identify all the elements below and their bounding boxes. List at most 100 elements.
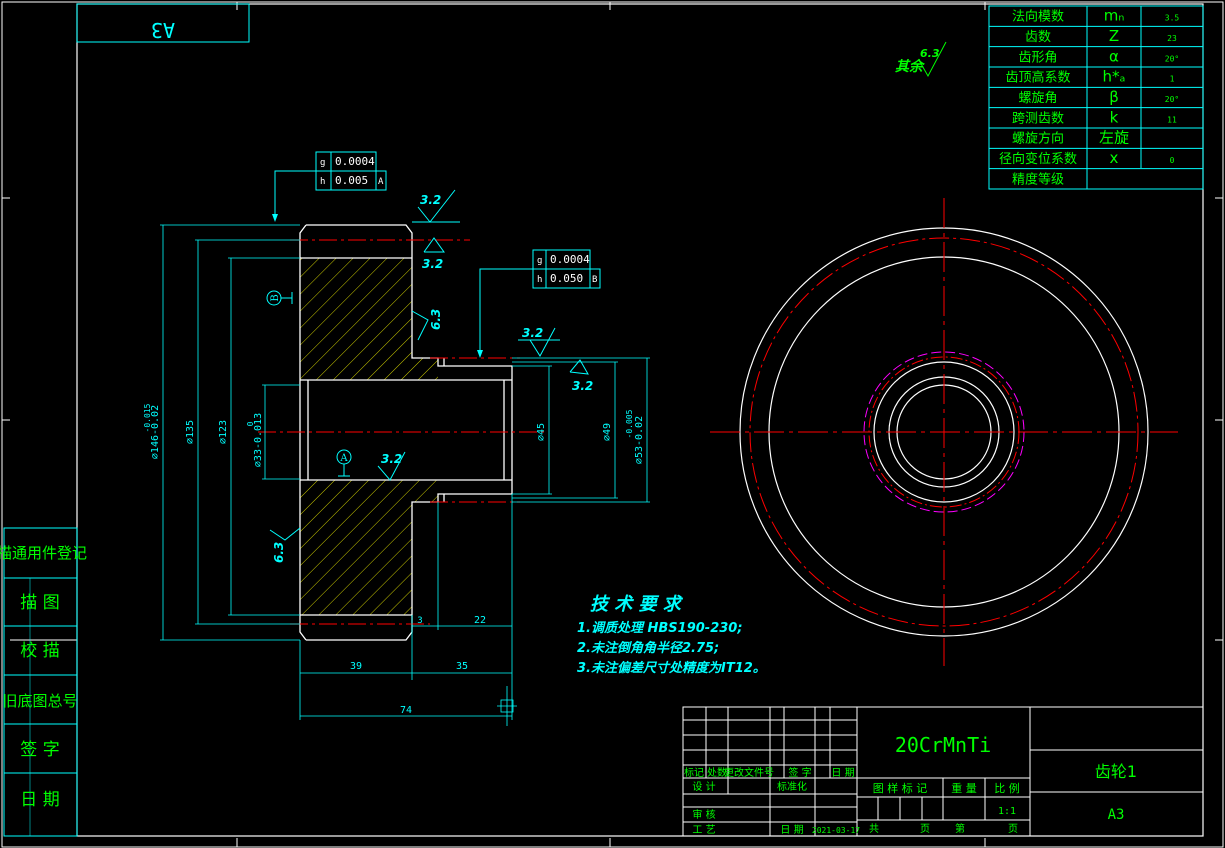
datum-a: A	[336, 449, 352, 477]
dim-d123: ⌀123	[218, 420, 229, 444]
dim-d53: ⌀53-0.02	[634, 416, 645, 464]
param-value: 23	[1167, 34, 1177, 43]
scale-label: 比 例	[994, 781, 1020, 795]
roughness-2: 3.2	[422, 257, 443, 271]
dim-w22: 22	[474, 615, 486, 626]
format-label-box: A3	[76, 3, 250, 43]
tol2-val2: 0.050	[550, 272, 583, 285]
mark-label: 图 样 标 记	[873, 781, 928, 795]
tol2-val1: 0.0004	[550, 253, 590, 266]
roughness-other-label: 其余	[895, 58, 926, 75]
param-symbol: 左旋	[1099, 129, 1129, 147]
side-label-2: 校 描	[20, 641, 59, 661]
side-label-1: 描 图	[20, 593, 59, 613]
gear-front-view	[710, 198, 1178, 666]
rev-header-4: 日 期	[831, 767, 854, 779]
material: 20CrMnTi	[895, 733, 991, 757]
side-label-0: 描通用件登记	[0, 544, 87, 562]
weight-label: 重 量	[951, 781, 977, 795]
param-value: 20°	[1165, 54, 1179, 63]
scale-value: 1:1	[998, 806, 1016, 817]
dim-d49: ⌀49	[602, 423, 613, 441]
dim-w3: 3	[417, 616, 422, 626]
tech-title: 技 术 要 求	[590, 594, 684, 615]
datum-b-label: B	[270, 294, 281, 301]
dim-d45: ⌀45	[536, 423, 547, 441]
review-label: 审 核	[692, 808, 715, 821]
rev-header-0: 标记	[684, 767, 704, 779]
roughness-other-value: 6.3	[920, 47, 940, 60]
param-name: 齿形角	[1018, 50, 1057, 65]
side-label-3: 旧底图总号	[2, 692, 77, 710]
param-symbol: α	[1109, 47, 1119, 65]
tech-item-0: 1.调质处理 HBS190-230;	[577, 620, 743, 636]
roughness-6: 3.2	[381, 452, 402, 466]
tol1-sym2: h	[320, 177, 325, 187]
tolerance-frame-2: g 0.0004 h 0.050 B	[477, 249, 601, 358]
dim-d33: ⌀33-0.013	[253, 413, 264, 467]
param-symbol: β	[1109, 88, 1119, 106]
param-name: 螺旋角	[1018, 91, 1057, 106]
tolerance-frame-1: g 0.0004 h 0.005 A	[272, 151, 387, 222]
tol2-ref: B	[592, 275, 597, 285]
param-value: 0	[1170, 156, 1175, 165]
side-label-5: 日 期	[20, 790, 59, 810]
rev-header-3: 签 字	[788, 766, 811, 779]
param-symbol: mₙ	[1104, 7, 1125, 25]
param-symbol: x	[1110, 149, 1119, 167]
page-label: 页	[920, 823, 930, 835]
total-label: 共	[869, 823, 879, 835]
param-value: 3.5	[1165, 14, 1180, 23]
dim-w39: 39	[350, 661, 362, 672]
dim-w35: 35	[456, 661, 468, 672]
param-name: 齿数	[1025, 30, 1051, 45]
side-label-column: 描通用件登记 描 图 校 描 旧底图总号 签 字 日 期	[0, 527, 87, 837]
cad-drawing: A3 描通用件登记 描 图 校 描 旧底图总号 签 字 日 期 法向模数 mₙ 3.…	[0, 1, 1224, 848]
param-name: 径向变位系数	[999, 151, 1077, 167]
param-symbol: k	[1110, 108, 1119, 126]
date-label: 日 期	[780, 824, 803, 836]
technical-requirements: 技 术 要 求 1.调质处理 HBS190-230; 2.未注倒角角半径2.75…	[577, 594, 766, 676]
param-name: 精度等级	[1012, 171, 1064, 187]
roughness-1: 3.2	[420, 193, 441, 207]
dim-d33-upper: 0	[246, 421, 255, 426]
roughness-5: 3.2	[572, 379, 593, 393]
dim-d146-upper: -0.015	[143, 403, 152, 432]
rev-header-2: 更改文件号	[724, 766, 774, 779]
design-label: 设 计	[692, 780, 715, 793]
process-label: 工 艺	[692, 824, 715, 836]
dim-d53-upper: -0.005	[625, 409, 634, 438]
param-symbol: Z	[1109, 27, 1119, 45]
tol2-sym2: h	[537, 275, 542, 285]
page-label-2: 页	[1008, 823, 1018, 835]
tech-item-2: 3.未注偏差尺寸处精度为IT12。	[577, 660, 766, 676]
param-name: 法向模数	[1012, 9, 1064, 25]
gear-parameter-table: 法向模数 mₙ 3.5 齿数 Z 23 齿形角 α 20° 齿顶高系数 h*ₐ 1 螺旋角 β 20° 跨测齿…	[988, 5, 1204, 190]
date-value: 2021-03-17	[812, 826, 860, 835]
roughness-4: 3.2	[522, 326, 543, 340]
param-value: 20°	[1165, 95, 1179, 104]
roughness-3: 6.3	[429, 309, 443, 330]
drawing-canvas[interactable]: { "colors": {"background":"#000000","fra…	[0, 0, 1225, 848]
tol2-sym1: g	[537, 256, 542, 266]
param-value: 1	[1170, 75, 1175, 84]
param-name: 齿顶高系数	[1005, 70, 1070, 86]
sheet-size: A3	[1108, 807, 1125, 823]
param-name: 螺旋方向	[1012, 131, 1064, 147]
side-label-4: 签 字	[20, 740, 59, 760]
standard-label: 标准化	[777, 780, 807, 793]
tol1-val1: 0.0004	[335, 155, 375, 168]
roughness-other: 其余 6.3	[895, 41, 947, 78]
title-block: 20CrMnTi 齿轮1 A3 标记 处数 更改文件号 签 字 日 期 设 计 …	[682, 706, 1204, 837]
roughness-7: 6.3	[272, 542, 286, 563]
dim-d135: ⌀135	[185, 420, 196, 444]
param-name: 跨测齿数	[1012, 111, 1064, 126]
format-label: A3	[151, 18, 175, 42]
gear-section-view: ⌀146-0.02 -0.015 ⌀135 ⌀123 ⌀33-0.013 0 ⌀…	[143, 151, 650, 726]
tol1-sym1: g	[320, 158, 325, 168]
tech-item-1: 2.未注倒角角半径2.75;	[577, 640, 719, 656]
part-name: 齿轮1	[1095, 762, 1137, 781]
tol1-val2: 0.005	[335, 174, 368, 187]
sheet-label: 第	[955, 822, 965, 835]
param-symbol: h*ₐ	[1103, 68, 1126, 86]
